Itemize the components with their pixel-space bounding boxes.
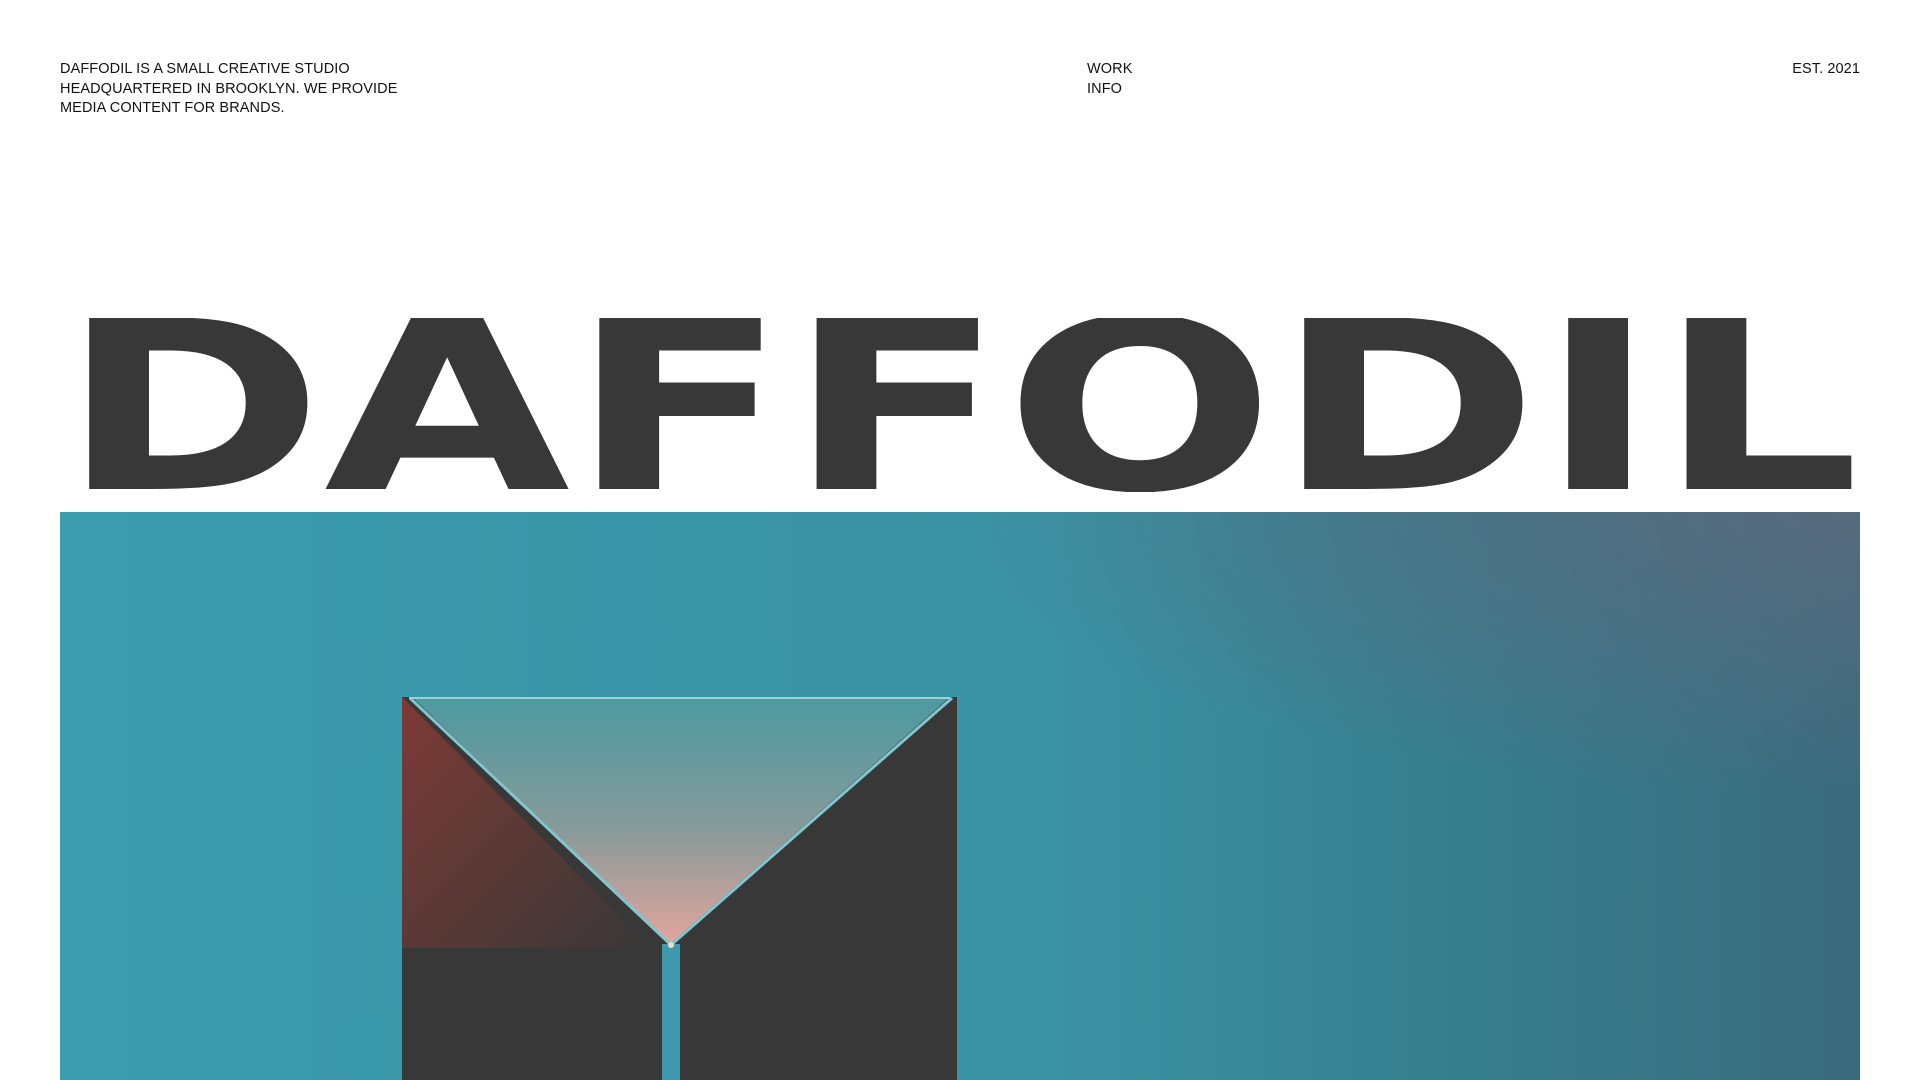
main-nav: WORK INFO <box>1087 60 1133 99</box>
hero-image <box>60 512 1860 1080</box>
hero-photo-prism <box>60 512 1860 1080</box>
established-year: EST. 2021 <box>1792 61 1860 77</box>
site-header: DAFFODIL IS A SMALL CREATIVE STUDIO HEAD… <box>60 60 1860 130</box>
brand-wordmark: DAFFODIL <box>60 318 1860 492</box>
nav-link-work[interactable]: WORK <box>1087 60 1133 80</box>
nav-link-info[interactable]: INFO <box>1087 80 1133 100</box>
wordmark-text: DAFFODIL <box>60 318 1860 492</box>
tagline-line: DAFFODIL IS A SMALL CREATIVE STUDIO <box>60 61 350 77</box>
studio-tagline: DAFFODIL IS A SMALL CREATIVE STUDIO HEAD… <box>60 60 480 119</box>
hero-vignette <box>60 512 1860 1080</box>
tagline-line: HEADQUARTERED IN BROOKLYN. WE PROVIDE <box>60 80 398 97</box>
tagline-line: MEDIA CONTENT FOR BRANDS. <box>60 100 285 116</box>
page: DAFFODIL IS A SMALL CREATIVE STUDIO HEAD… <box>0 0 1920 1080</box>
prism-object <box>402 696 957 1080</box>
wordmark-svg: DAFFODIL <box>60 318 1860 492</box>
